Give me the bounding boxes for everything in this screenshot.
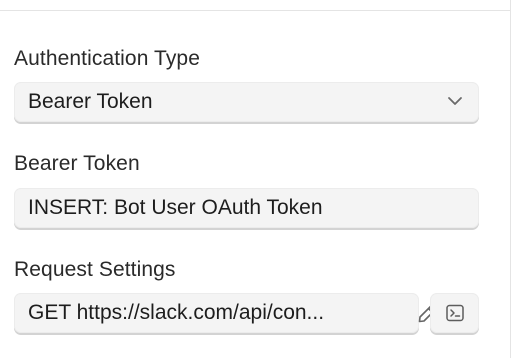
panel-right-border [510, 0, 511, 358]
chevron-down-icon [448, 97, 462, 105]
top-divider [0, 10, 511, 11]
bearer-token-value: INSERT: Bot User OAuth Token [28, 196, 323, 219]
request-settings-value: GET https://slack.com/api/con... [28, 301, 325, 324]
bearer-token-label: Bearer Token [14, 152, 140, 175]
request-settings-field[interactable]: GET https://slack.com/api/con... [14, 293, 419, 333]
terminal-icon [445, 304, 464, 322]
auth-type-select[interactable]: Bearer Token [14, 82, 479, 122]
bearer-token-input[interactable]: INSERT: Bot User OAuth Token [14, 188, 479, 228]
auth-type-value: Bearer Token [28, 90, 153, 113]
settings-panel: Authentication Type Bearer Token Bearer … [0, 0, 514, 358]
auth-type-label: Authentication Type [14, 47, 200, 70]
request-settings-label: Request Settings [14, 258, 176, 281]
terminal-button[interactable] [430, 293, 479, 333]
